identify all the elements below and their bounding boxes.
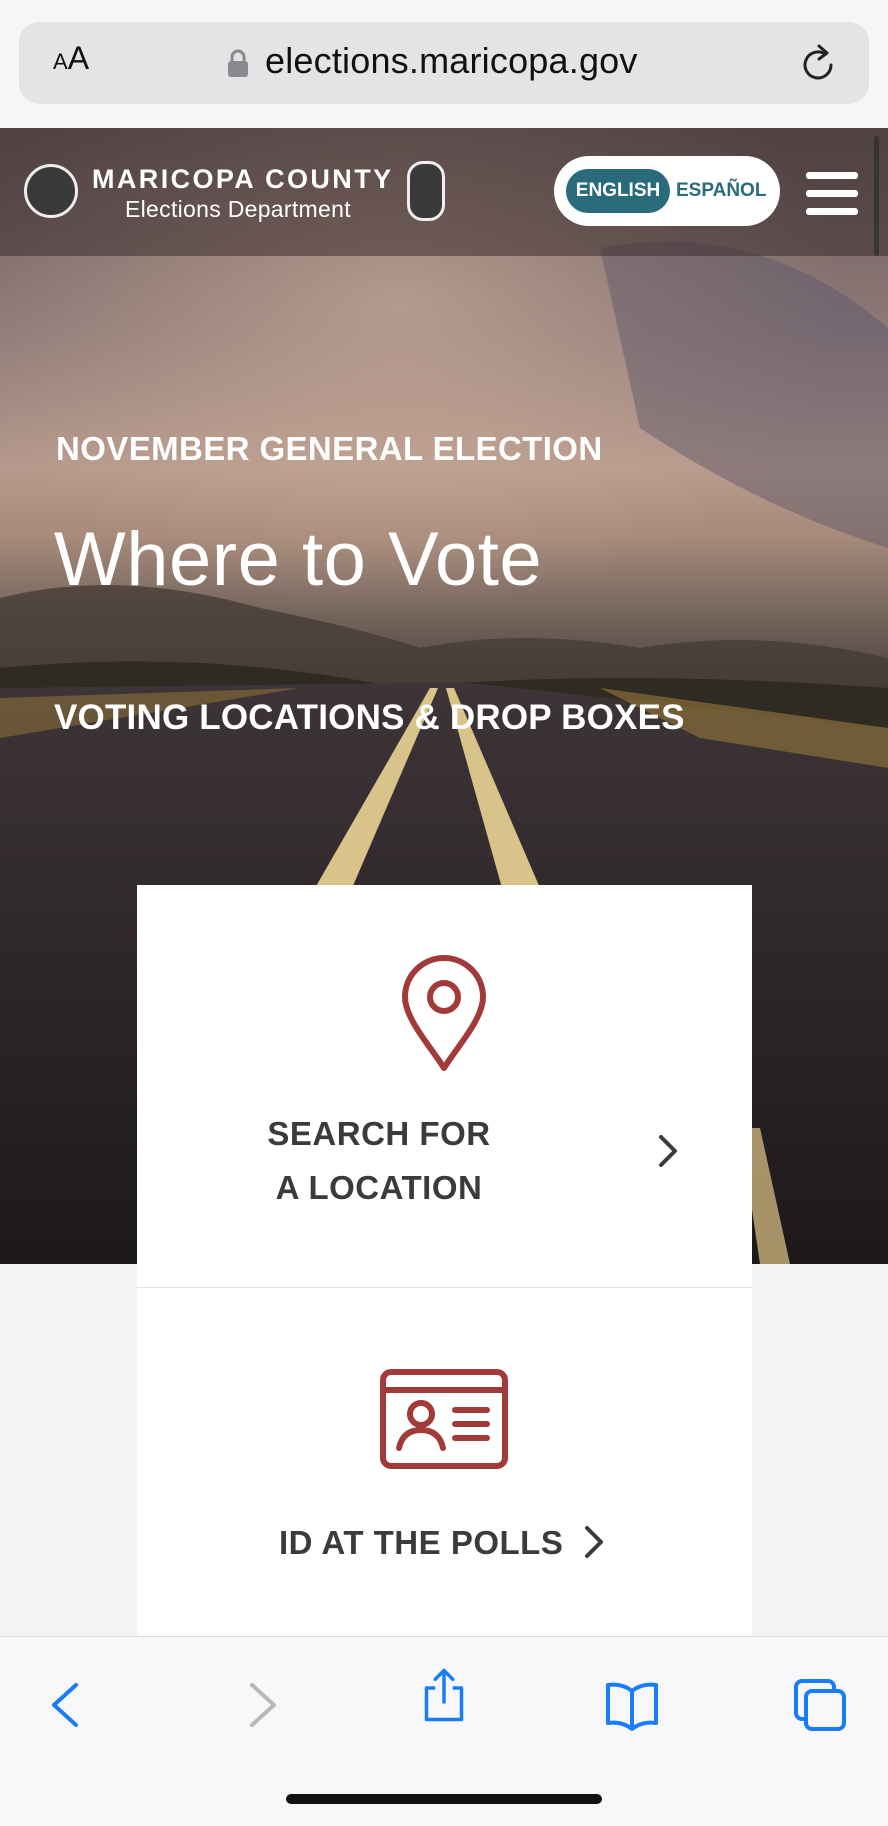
language-english-button[interactable]: ENGLISH [566, 169, 670, 213]
page-viewport: MARICOPA COUNTY Elections Department ENG… [0, 128, 888, 1636]
tabs-icon[interactable] [792, 1677, 848, 1733]
url-text[interactable]: elections.maricopa.gov [265, 40, 638, 82]
recorder-seal-logo [407, 161, 445, 221]
search-location-label[interactable]: SEARCH FOR A LOCATION [259, 1107, 499, 1215]
brand-subtitle[interactable]: Elections Department [125, 196, 351, 223]
search-location-card[interactable]: SEARCH FOR A LOCATION [137, 885, 752, 1287]
share-icon[interactable] [416, 1667, 472, 1723]
reload-icon[interactable] [797, 42, 841, 86]
hero-subtitle: VOTING LOCATIONS & DROP BOXES [54, 698, 685, 737]
lock-icon [228, 49, 248, 77]
brand-title[interactable]: MARICOPA COUNTY [92, 164, 394, 195]
map-pin-icon [402, 955, 486, 1071]
site-header: MARICOPA COUNTY Elections Department ENG… [0, 128, 888, 256]
address-bar[interactable]: AA elections.maricopa.gov [19, 22, 869, 104]
text-size-button[interactable]: AA [53, 40, 89, 77]
language-spanish-button[interactable]: ESPAÑOL [676, 169, 766, 213]
hamburger-menu-icon[interactable] [806, 172, 858, 216]
id-card-icon [380, 1369, 508, 1469]
page-title: Where to Vote [54, 517, 543, 602]
browser-top-bar: AA elections.maricopa.gov [0, 0, 888, 128]
forward-arrow-icon[interactable] [232, 1677, 288, 1733]
language-toggle: ENGLISH ESPAÑOL [554, 156, 780, 226]
id-at-polls-card[interactable]: ID AT THE POLLS [137, 1288, 752, 1636]
back-arrow-icon[interactable] [40, 1677, 96, 1733]
county-seal-logo[interactable] [24, 164, 78, 218]
chevron-right-icon [659, 1135, 677, 1167]
browser-bottom-toolbar [0, 1636, 888, 1826]
hero-eyebrow: NOVEMBER GENERAL ELECTION [56, 430, 603, 467]
id-at-polls-label[interactable]: ID AT THE POLLS [279, 1516, 579, 1570]
chevron-right-icon [585, 1526, 603, 1558]
home-indicator [286, 1794, 602, 1804]
scroll-indicator [874, 136, 879, 256]
bookmarks-icon[interactable] [604, 1677, 660, 1733]
